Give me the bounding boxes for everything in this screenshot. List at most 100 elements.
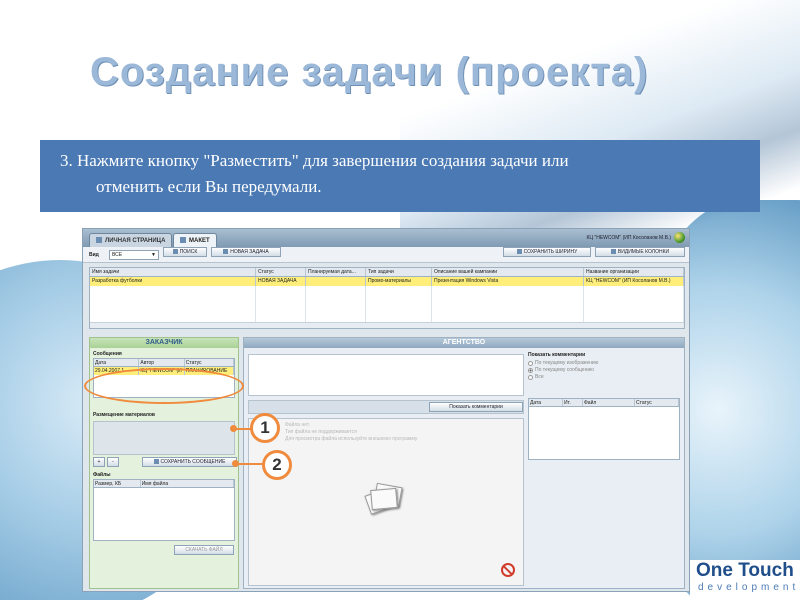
cell: Промо-материалы: [366, 277, 432, 286]
messages-label: Сообщения: [93, 351, 122, 357]
column-header[interactable]: Размер, КБ: [94, 480, 141, 487]
column-header[interactable]: Название организации: [584, 268, 684, 276]
column-header[interactable]: Дата: [529, 399, 563, 406]
save-icon: [153, 459, 159, 465]
comments-options: Показать комментарии По текущему изображ…: [528, 352, 680, 381]
save-message-button[interactable]: СОХРАНИТЬ СООБЩЕНИЕ: [142, 457, 237, 467]
messages-header: Дата Автор Статус: [94, 359, 235, 367]
cell: [306, 277, 366, 286]
cell: НОВАЯ ЗАДАЧА: [256, 277, 306, 286]
download-file-button[interactable]: СКАЧАТЬ ФАЙЛ: [174, 545, 234, 555]
tab-label: ЛИЧНАЯ СТРАНИЦА: [105, 238, 166, 244]
radio-icon: [528, 374, 533, 380]
cell: КЦ "НЕWСОМ" (ИП Косоланов М.В.): [584, 277, 684, 286]
radio-label: По текущему сообщению: [535, 367, 594, 373]
column-header[interactable]: Статус: [635, 399, 679, 406]
org-name: КЦ "НЕWСОМ" (ИП Косоланов М.В.): [586, 235, 671, 241]
column-header[interactable]: Дата: [94, 359, 140, 366]
cell: Разработка футболки: [90, 277, 256, 286]
comments-title: Показать комментарии: [528, 352, 586, 358]
save-icon: [516, 249, 522, 255]
app-window: ЛИЧНАЯ СТРАНИЦА МАКЕТ КЦ "НЕWСОМ" (ИП Ко…: [82, 228, 690, 592]
callout-2: 2: [262, 450, 292, 480]
logo-sub: development: [698, 582, 800, 593]
visible-columns-button[interactable]: ВИДИМЫЕ КОЛОНКИ: [595, 247, 685, 257]
customer-title: ЗАКАЗЧИК: [90, 338, 238, 348]
column-header[interactable]: Имя файла: [141, 480, 234, 487]
chevron-down-icon: ▼: [151, 252, 156, 258]
columns-icon: [610, 249, 616, 255]
tab-bar: ЛИЧНАЯ СТРАНИЦА МАКЕТ КЦ "НЕWСОМ" (ИП Ко…: [83, 229, 689, 247]
agency-title: АГЕНТСТВО: [244, 338, 684, 348]
file-preview: Файла нет. Тип файла не поддерживается Д…: [248, 418, 524, 586]
callout-2-line: [236, 463, 262, 465]
logo-name: One Touch: [696, 560, 794, 581]
horizontal-scrollbar[interactable]: [90, 322, 684, 328]
add-button[interactable]: +: [93, 457, 105, 467]
new-task-label: НОВАЯ ЗАДАЧА: [230, 249, 269, 255]
comments-header: Дата Ит. Файл Статус: [529, 399, 679, 407]
files-header: Размер, КБ Имя файла: [94, 480, 234, 488]
view-select-value: ВСЕ: [112, 252, 123, 258]
instruction-line-2: отменить если Вы передумали.: [96, 177, 322, 196]
new-task-icon: [223, 249, 229, 255]
radio-current-image[interactable]: По текущему изображению: [528, 360, 680, 366]
slide-title: Создание задачи (проекта): [90, 50, 649, 94]
new-task-button[interactable]: НОВАЯ ЗАДАЧА: [211, 247, 281, 257]
preview-message-3: Для просмотра файла используйте внешнюю …: [285, 436, 418, 442]
preview-message-1: Файла нет.: [285, 422, 310, 428]
column-header[interactable]: Тип задачи: [366, 268, 432, 276]
tab-personal-page[interactable]: ЛИЧНАЯ СТРАНИЦА: [89, 233, 173, 247]
search-button[interactable]: ПОИСК: [163, 247, 207, 257]
radio-icon: [528, 367, 533, 373]
radio-icon: [528, 360, 533, 366]
highlight-oval: [84, 368, 244, 404]
column-header[interactable]: Планируемая дата...: [306, 268, 366, 276]
message-actions: + - СОХРАНИТЬ СООБЩЕНИЕ: [90, 457, 238, 469]
page-icon: [180, 237, 186, 244]
callout-1: 1: [250, 413, 280, 443]
radio-current-message[interactable]: По текущему сообщению: [528, 367, 680, 373]
grid-header: Имя задачи Статус Планируемая дата... Ти…: [90, 268, 684, 277]
radio-label: По текущему изображению: [535, 360, 599, 366]
preview-message-2: Тип файла не поддерживается: [285, 429, 357, 435]
instruction-box: 3. Нажмите кнопку "Разместить" для завер…: [40, 140, 760, 212]
visible-columns-label: ВИДИМЫЕ КОЛОНКИ: [617, 249, 670, 255]
view-label: Вид: [89, 252, 99, 258]
column-header[interactable]: Файл: [583, 399, 635, 406]
globe-icon[interactable]: [674, 232, 685, 243]
column-header[interactable]: Имя задачи: [90, 268, 256, 276]
column-header[interactable]: Описание вашей кампании: [432, 268, 584, 276]
tab-layout[interactable]: МАКЕТ: [173, 233, 217, 247]
company-logo: One Touch development: [690, 560, 800, 600]
placement-area[interactable]: [93, 421, 235, 455]
column-header[interactable]: Ит.: [563, 399, 583, 406]
files-label: Файлы: [93, 472, 111, 478]
remove-button[interactable]: -: [107, 457, 119, 467]
table-row[interactable]: Разработка футболки НОВАЯ ЗАДАЧА Промо-м…: [90, 277, 684, 286]
search-icon: [172, 249, 178, 255]
documents-icon: [364, 481, 405, 515]
task-grid: Имя задачи Статус Планируемая дата... Ти…: [89, 267, 685, 329]
agency-description: [248, 354, 524, 396]
agency-panel: АГЕНТСТВО Показать комментарии Файла нет…: [243, 337, 685, 589]
view-select[interactable]: ВСЕ ▼: [109, 250, 159, 260]
column-header[interactable]: Автор: [139, 359, 185, 366]
cell: Презентация Windows Vista: [432, 277, 584, 286]
column-header[interactable]: Статус: [256, 268, 306, 276]
agency-action-bar: Показать комментарии: [248, 400, 524, 414]
show-comments-button[interactable]: Показать комментарии: [429, 402, 523, 412]
page-icon: [96, 237, 102, 244]
save-width-label: СОХРАНИТЬ ШИРИНУ: [523, 249, 578, 255]
download-row: СКАЧАТЬ ФАЙЛ: [90, 545, 238, 559]
radio-label: Все: [535, 374, 544, 380]
tab-label: МАКЕТ: [189, 238, 210, 244]
radio-all[interactable]: Все: [528, 374, 680, 380]
files-table: Размер, КБ Имя файла: [93, 479, 235, 541]
save-message-label: СОХРАНИТЬ СООБЩЕНИЕ: [160, 459, 226, 465]
column-header[interactable]: Статус: [185, 359, 235, 366]
save-width-button[interactable]: СОХРАНИТЬ ШИРИНУ: [503, 247, 591, 257]
no-entry-icon[interactable]: [501, 563, 515, 577]
search-button-label: ПОИСК: [179, 249, 198, 255]
instruction-line-1: 3. Нажмите кнопку "Разместить" для завер…: [60, 151, 569, 170]
